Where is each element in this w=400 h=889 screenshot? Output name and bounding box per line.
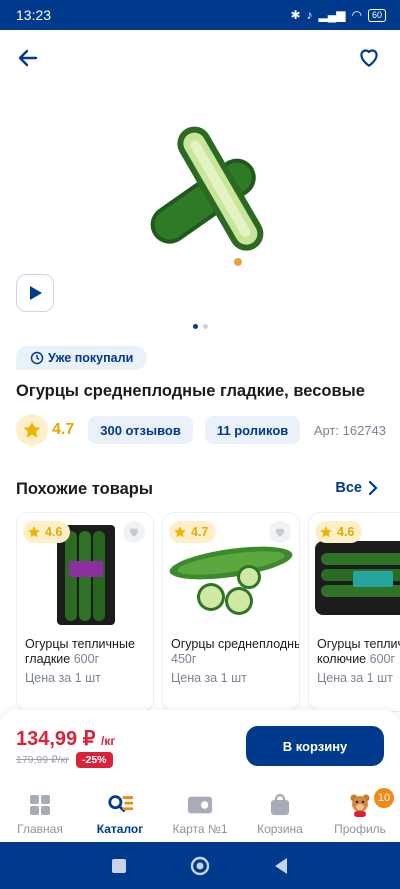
catalog-search-icon [107,792,133,818]
heart-icon [275,528,285,537]
article-number: Арт: 162743 [313,422,386,438]
signal-icon: ▂▄▆ [318,8,346,22]
image-pager [0,324,400,329]
mute-icon: ♪ [306,8,313,22]
card-rating: 4.6 [315,521,363,543]
price-value: 134,99 ₽ [16,728,96,750]
play-video-button[interactable] [16,274,54,312]
tab-label: Профиль [334,822,386,836]
similar-title: Похожие товары [16,480,153,498]
arrow-left-icon [18,49,38,67]
tab-catalog[interactable]: Каталог [80,786,160,842]
status-time: 13:23 [16,7,52,23]
home-circle-icon[interactable] [190,856,210,876]
current-price: 134,99 ₽ /кг [16,726,115,751]
bluetooth-icon: ✱ [290,8,301,22]
already-bought-label: Уже покупали [48,351,134,365]
system-nav-bar [0,842,400,889]
profile-badge: 10 [374,788,394,808]
status-icons: ✱ ♪ ▂▄▆ ◠ 60 [290,8,386,22]
product-title: Огурцы среднеплодные гладкие, весовые [16,382,365,400]
cart-icon [267,792,293,818]
play-icon [30,286,42,300]
see-all-link[interactable]: Все [335,480,378,496]
wifi-icon: ◠ [351,8,362,22]
star-icon [174,526,186,538]
tab-label: Корзина [257,822,303,836]
battery-icon: 60 [367,8,386,22]
card-weight: 600г [369,652,396,666]
star-icon [16,414,48,446]
product-image [150,126,264,266]
product-card[interactable]: 4.6 Огурцы тепличные колючие 600г Цена з… [308,512,400,712]
product-card[interactable]: 4.7 Огурцы среднеплодные 450г Цена за 1 … [162,512,300,712]
card-rating-value: 4.6 [337,525,355,539]
card-favorite-button[interactable] [269,521,291,543]
back-triangle-icon[interactable] [273,857,289,875]
card-rating-value: 4.6 [45,525,63,539]
heart-icon [360,49,378,67]
top-bar [0,30,400,86]
card-rating: 4.6 [23,521,71,543]
pager-dot[interactable] [202,324,208,329]
tab-cart[interactable]: Корзина [240,786,320,842]
loyalty-card-icon [187,792,213,818]
card-name: Огурцы тепличные колючие 600г [317,637,400,667]
pager-dot-active[interactable] [192,324,198,329]
add-to-cart-button[interactable]: В корзину [246,726,384,766]
tab-label: Карта №1 [172,822,228,836]
recent-apps-icon[interactable] [111,858,127,874]
card-weight: 600г [73,652,100,666]
price-bar: 134,99 ₽ /кг 179,99 ₽/кг -25% В корзину [0,710,400,786]
favorite-button[interactable] [356,44,382,70]
videos-chip[interactable]: 11 роликов [204,416,301,444]
star-icon [320,526,332,538]
bottom-tab-bar: Главная Каталог Карта №1 Корзина Профиль… [0,786,400,842]
already-bought-badge: Уже покупали [16,346,148,370]
card-name: Огурцы среднеплодные 450г [171,637,300,667]
back-button[interactable] [14,44,42,72]
card-rating-value: 4.7 [191,525,209,539]
profile-bear-icon [347,792,373,818]
tab-loyalty-card[interactable]: Карта №1 [160,786,240,842]
card-name-text: Огурцы среднеплодные [171,637,300,651]
card-favorite-button[interactable] [123,521,145,543]
see-all-label: Все [335,480,362,496]
chevron-right-icon [368,481,378,495]
similar-carousel[interactable]: 4.6 Огурцы тепличные гладкие 600г Цена з… [16,512,400,712]
reviews-chip[interactable]: 300 отзывов [88,416,193,444]
old-price: 179,99 ₽/кг [16,754,70,766]
card-price-label: Цена за 1 шт [25,671,101,685]
status-bar: 13:23 ✱ ♪ ▂▄▆ ◠ 60 [0,0,400,30]
tab-home[interactable]: Главная [0,786,80,842]
history-icon [30,351,44,365]
heart-icon [129,528,139,537]
price-unit: /кг [101,734,116,748]
tab-label: Каталог [96,822,144,836]
star-icon [28,526,40,538]
tab-profile[interactable]: Профиль 10 [320,786,400,842]
product-card[interactable]: 4.6 Огурцы тепличные гладкие 600г Цена з… [16,512,154,712]
card-price-label: Цена за 1 шт [317,671,393,685]
card-name: Огурцы тепличные гладкие 600г [25,637,153,667]
discount-badge: -25% [76,752,113,768]
tab-label: Главная [17,822,63,836]
product-meta: 4.7 300 отзывов 11 роликов Арт: 162743 [16,414,386,446]
home-icon [27,792,53,818]
card-rating: 4.7 [169,521,217,543]
card-price-label: Цена за 1 шт [171,671,247,685]
card-weight: 450г [171,652,197,666]
rating-value: 4.7 [52,421,75,438]
